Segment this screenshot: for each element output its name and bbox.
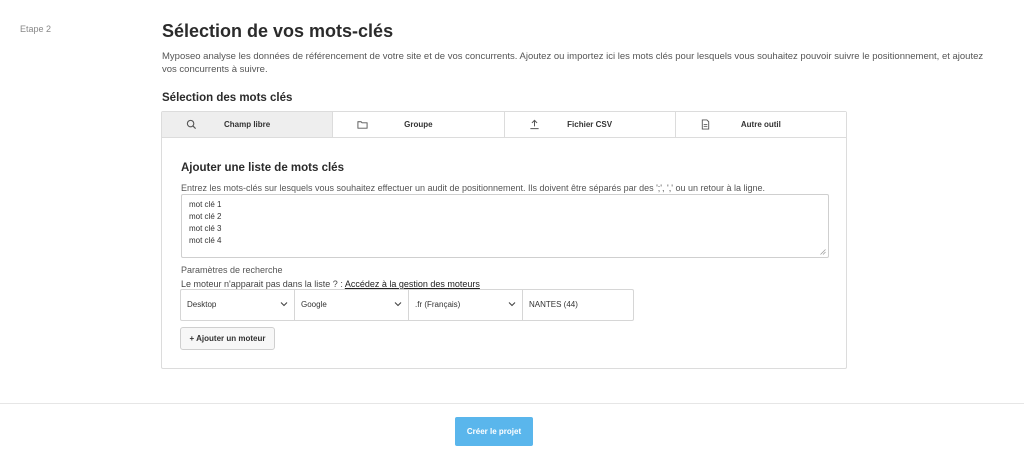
- add-engine-button[interactable]: + Ajouter un moteur: [180, 327, 275, 350]
- page-intro: Myposeo analyse les données de référence…: [162, 51, 984, 75]
- chevron-down-icon: [508, 302, 516, 307]
- keyword-line: mot clé 1: [189, 200, 222, 209]
- keywords-tabs: Champ libre Groupe Fichier CSV Autre out…: [162, 112, 846, 138]
- language-select[interactable]: .fr (Français): [409, 290, 523, 320]
- tab-groupe[interactable]: Groupe: [333, 112, 505, 137]
- keywords-textarea[interactable]: mot clé 1 mot clé 2 mot clé 3 mot clé 4: [181, 194, 829, 258]
- tab-fichier-csv[interactable]: Fichier CSV: [504, 112, 676, 137]
- tab-champ-libre[interactable]: Champ libre: [162, 112, 334, 137]
- engine-value: Google: [301, 300, 327, 309]
- tab-label: Champ libre: [224, 120, 271, 129]
- params-hint-text: Le moteur n'apparait pas dans la liste ?…: [181, 279, 345, 289]
- params-label: Paramètres de recherche: [181, 265, 283, 275]
- page-title: Sélection de vos mots-clés: [162, 21, 394, 41]
- keyword-line: mot clé 3: [189, 224, 222, 233]
- resize-handle-icon[interactable]: [820, 249, 826, 255]
- engine-management-link[interactable]: Accédez à la gestion des moteurs: [345, 279, 480, 289]
- keyword-line: mot clé 4: [189, 236, 222, 245]
- language-value: .fr (Français): [415, 300, 461, 309]
- tab-label: Fichier CSV: [567, 120, 613, 129]
- tab-label: Groupe: [404, 120, 433, 129]
- step-label: Etape 2: [20, 24, 52, 34]
- device-value: Desktop: [187, 300, 217, 309]
- tab-label: Autre outil: [740, 120, 781, 129]
- location-value: NANTES (44): [529, 300, 578, 309]
- footer-divider: [0, 403, 1024, 404]
- tab-autre-outil[interactable]: Autre outil: [675, 112, 846, 137]
- params-hint: Le moteur n'apparait pas dans la liste ?…: [181, 279, 480, 289]
- device-select[interactable]: Desktop: [181, 290, 295, 320]
- location-input[interactable]: NANTES (44): [523, 290, 633, 320]
- page-header: Sélection de vos mots-clés Myposeo analy…: [162, 20, 1002, 76]
- panel-description: Entrez les mots-clés sur lesquels vous s…: [181, 183, 766, 193]
- chevron-down-icon: [394, 302, 402, 307]
- keywords-section-title: Sélection des mots clés: [162, 92, 293, 104]
- keyword-line: mot clé 2: [189, 212, 222, 221]
- keywords-card: Champ libre Groupe Fichier CSV Autre out…: [161, 111, 847, 369]
- engine-row: Desktop Google .fr (Français) NANTES (44…: [180, 289, 634, 321]
- chevron-down-icon: [280, 302, 288, 307]
- engine-select[interactable]: Google: [295, 290, 409, 320]
- panel-title: Ajouter une liste de mots clés: [181, 162, 344, 174]
- create-project-button[interactable]: Créer le projet: [455, 417, 533, 446]
